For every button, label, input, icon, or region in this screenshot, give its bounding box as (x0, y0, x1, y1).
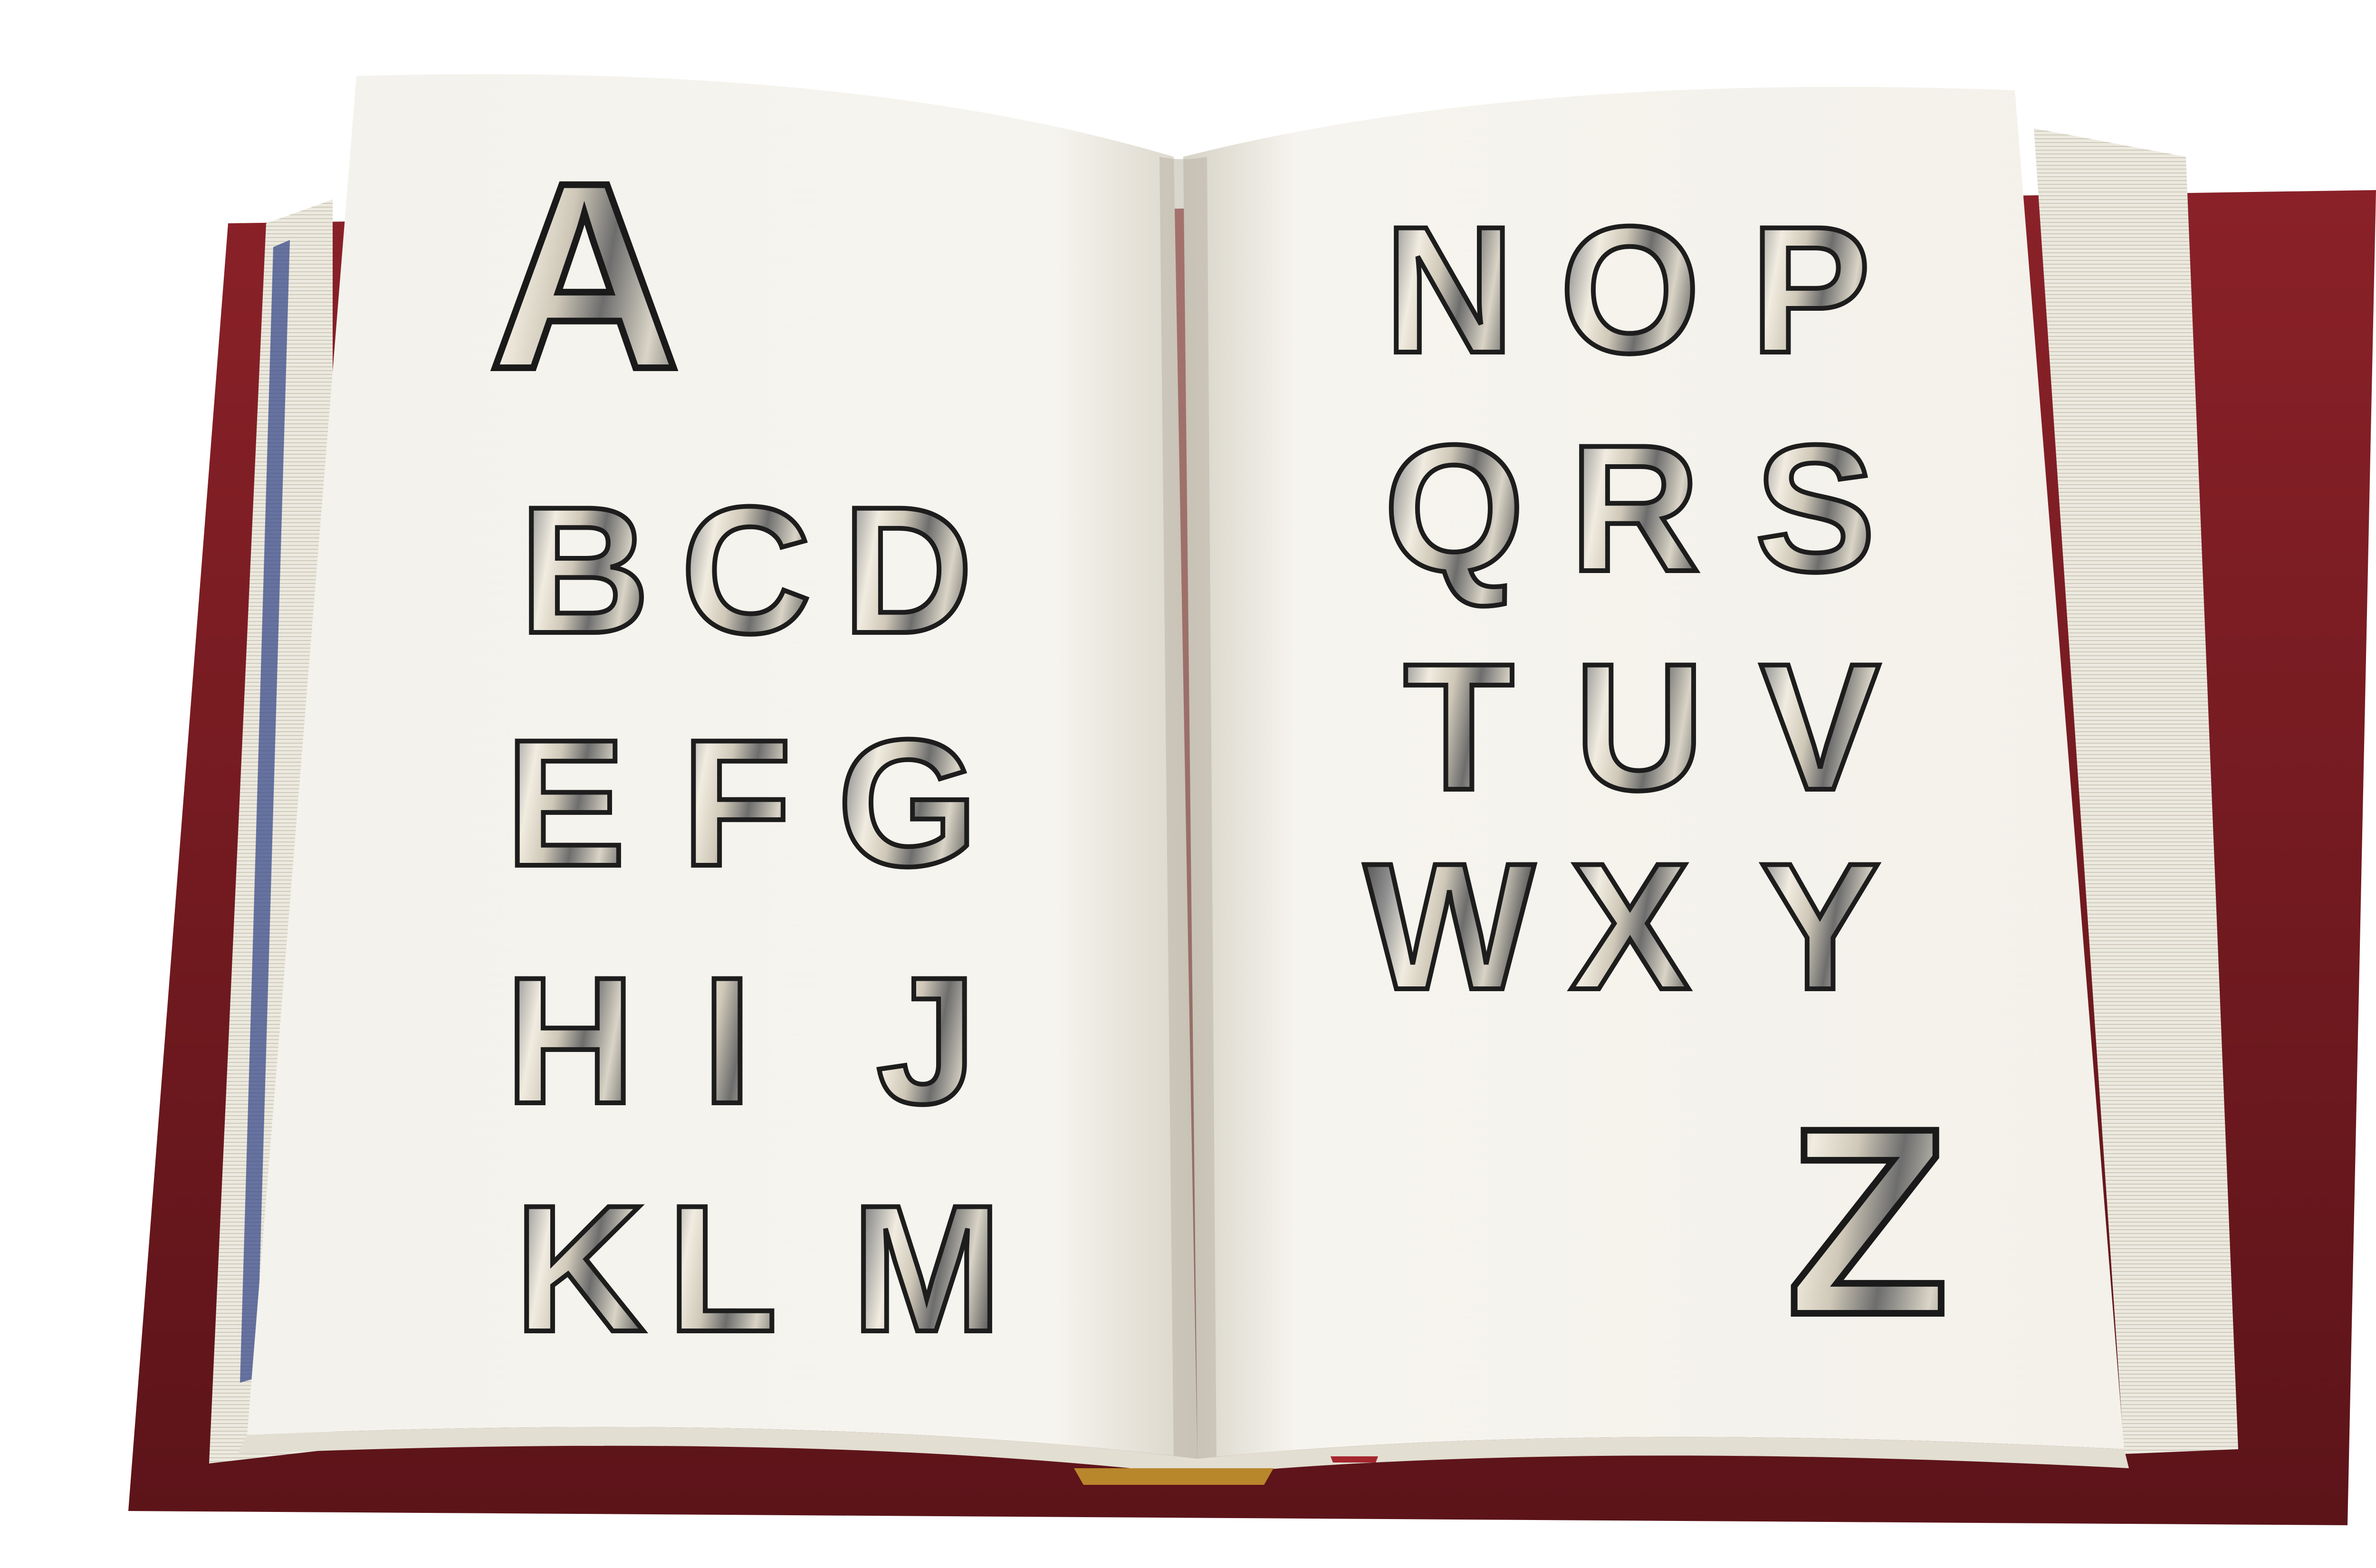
letter-u: U (1549, 627, 1730, 827)
letter-t: T (1369, 627, 1549, 827)
letter-r: R (1544, 409, 1725, 608)
letter-y: Y (1730, 827, 1910, 1026)
letter-s: S (1725, 409, 1906, 608)
letter-i: I (637, 941, 817, 1140)
bookmark-ribbon (1074, 1468, 1274, 1485)
letter-n: N (1359, 190, 1540, 390)
letter-b: B (494, 470, 675, 670)
letter-c: C (656, 470, 836, 670)
letter-g: G (817, 703, 998, 903)
letter-w: W (1359, 827, 1540, 1026)
letter-a: A (418, 139, 751, 412)
letter-f: F (646, 703, 827, 903)
letter-h: H (480, 941, 661, 1140)
letter-d: D (817, 470, 998, 670)
letter-l: L (632, 1169, 813, 1368)
letter-e: E (475, 703, 656, 903)
letter-o: O (1540, 190, 1720, 390)
letter-m: M (836, 1169, 1017, 1368)
letter-j: J (836, 941, 1017, 1140)
letter-p: P (1720, 190, 1901, 390)
letter-v: V (1730, 627, 1910, 827)
photo-scene: A B C D E F G H I J K L M N O P Q R S T … (0, 0, 2376, 1568)
letter-z: Z (1701, 1085, 2034, 1358)
letter-q: Q (1364, 409, 1544, 608)
letter-x: X (1540, 827, 1720, 1026)
